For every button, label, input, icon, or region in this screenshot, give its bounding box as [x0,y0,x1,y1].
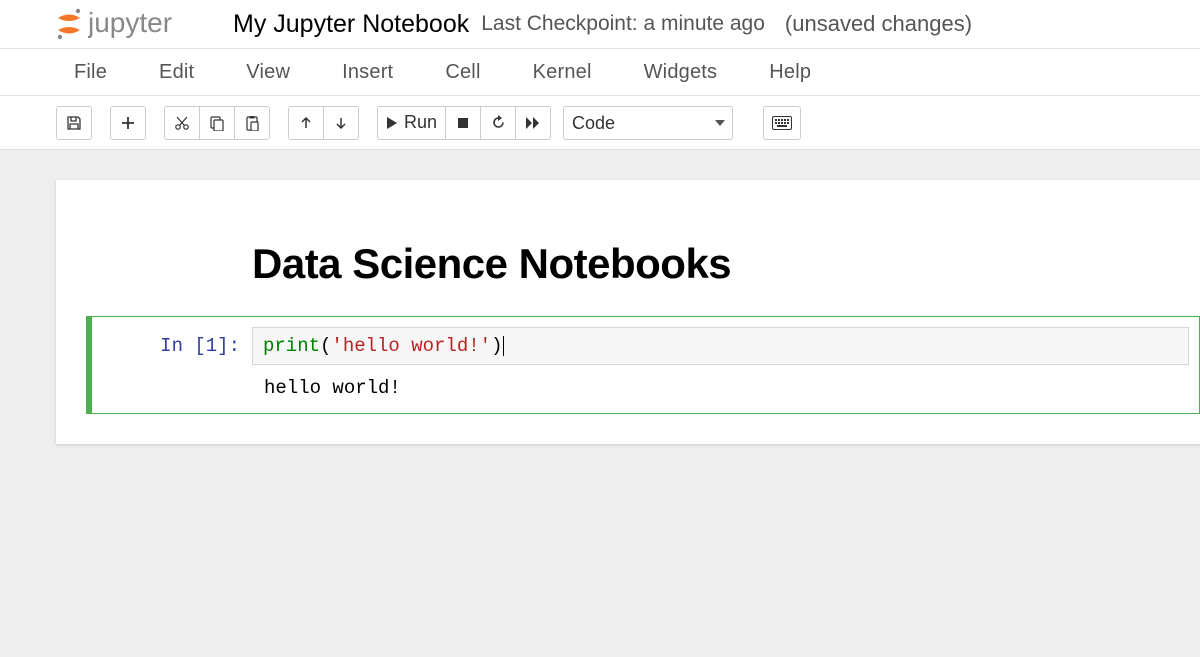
code-token-paren-open: ( [320,335,331,357]
plus-icon [121,116,135,130]
jupyter-logo[interactable]: jupyter [56,8,213,40]
menu-edit[interactable]: Edit [149,53,204,92]
run-group: Run [377,106,551,140]
toolbar: Run Code [0,96,1200,150]
fast-forward-icon [525,116,541,130]
notebook-header: jupyter My Jupyter Notebook Last Checkpo… [0,0,1200,48]
cell-type-select[interactable]: Code [563,106,733,140]
stop-icon [457,117,469,129]
menu-help[interactable]: Help [759,53,821,92]
interrupt-button[interactable] [445,106,481,140]
code-input[interactable]: print('hello world!') [252,327,1189,365]
cell-output: hello world! [252,365,1199,399]
command-palette-button[interactable] [763,106,801,140]
arrow-down-icon [334,116,348,130]
cursor-icon [503,336,504,356]
code-token-paren-close: ) [491,335,502,357]
notebook-container: Data Science Notebooks In [1]: print('he… [56,180,1200,444]
input-row: In [1]: print('hello world!') [92,327,1199,365]
code-cell[interactable]: In [1]: print('hello world!') . hello wo… [86,316,1200,414]
code-token-string: 'hello world!' [331,335,491,357]
insert-cell-button[interactable] [110,106,146,140]
code-token-builtin: print [263,335,320,357]
paste-button[interactable] [234,106,270,140]
menu-kernel[interactable]: Kernel [523,53,602,92]
unsaved-text: (unsaved changes) [785,11,972,37]
jupyter-wordmark-icon: jupyter [88,9,213,39]
menu-cell[interactable]: Cell [435,53,490,92]
menu-insert[interactable]: Insert [332,53,403,92]
cell-type-wrap: Code [563,106,733,140]
save-icon [66,115,82,131]
run-button[interactable]: Run [377,106,446,140]
cut-button[interactable] [164,106,200,140]
menu-widgets[interactable]: Widgets [634,53,728,92]
restart-button[interactable] [480,106,516,140]
move-up-button[interactable] [288,106,324,140]
restart-icon [491,115,506,130]
keyboard-icon [772,116,792,130]
notebook-title[interactable]: My Jupyter Notebook [233,10,469,39]
move-down-button[interactable] [323,106,359,140]
cut-icon [174,115,190,131]
output-prompt-spacer: . [92,365,252,395]
notebook-area: Data Science Notebooks In [1]: print('he… [0,150,1200,657]
paste-icon [244,115,260,131]
copy-icon [209,115,225,131]
copy-button[interactable] [199,106,235,140]
save-button[interactable] [56,106,92,140]
menu-view[interactable]: View [236,53,300,92]
menu-file[interactable]: File [64,53,117,92]
jupyter-logo-icon [56,8,82,40]
menubar: File Edit View Insert Cell Kernel Widget… [0,48,1200,96]
input-prompt: In [1]: [92,327,252,357]
move-group [288,106,359,140]
run-label: Run [404,112,437,133]
edit-group [164,106,270,140]
output-row: . hello world! [92,365,1199,399]
play-icon [386,116,398,130]
svg-text:jupyter: jupyter [88,9,172,38]
restart-run-all-button[interactable] [515,106,551,140]
markdown-heading[interactable]: Data Science Notebooks [56,240,1200,316]
arrow-up-icon [299,116,313,130]
checkpoint-text: Last Checkpoint: a minute ago [481,12,765,36]
